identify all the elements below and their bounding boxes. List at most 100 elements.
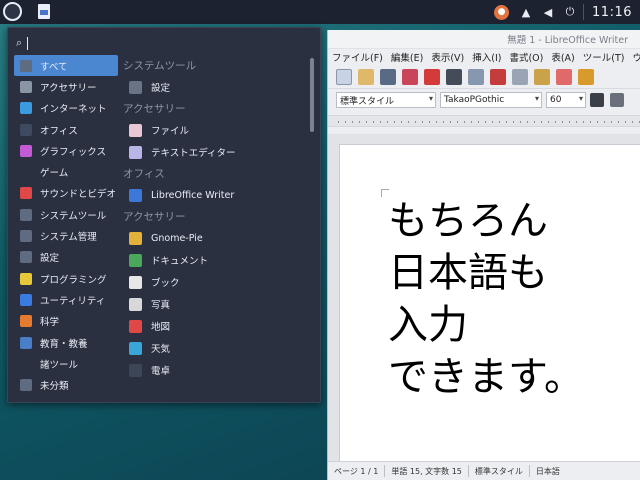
app-icon bbox=[129, 275, 142, 289]
category-label: 未分類 bbox=[40, 381, 69, 393]
status-item[interactable]: 単語 15, 文字数 15 bbox=[391, 466, 462, 477]
category-label: ゲーム bbox=[40, 168, 69, 180]
export-pdf-icon[interactable] bbox=[424, 68, 440, 85]
app-item[interactable]: 電卓 bbox=[122, 359, 314, 381]
category-label: システム管理 bbox=[40, 232, 97, 244]
category-label: プログラミング bbox=[40, 274, 107, 286]
print-icon[interactable] bbox=[446, 68, 462, 85]
category-item[interactable]: 諸ツール bbox=[14, 353, 118, 374]
status-item[interactable]: ページ 1 / 1 bbox=[334, 466, 378, 477]
category-item[interactable]: インターネット bbox=[14, 98, 118, 119]
clock[interactable]: 11:16 bbox=[592, 5, 632, 20]
category-item[interactable]: プログラミング bbox=[14, 268, 118, 289]
category-item[interactable]: グラフィックス bbox=[14, 140, 118, 161]
category-label: 設定 bbox=[40, 253, 60, 265]
app-icon bbox=[129, 145, 142, 159]
category-item[interactable]: 科学 bbox=[14, 311, 118, 332]
menu-item[interactable]: 編集(E) bbox=[391, 50, 423, 64]
font-name-select[interactable]: TakaoPGothic ▾ bbox=[440, 92, 542, 108]
app-item[interactable]: テキストエディター bbox=[122, 141, 314, 163]
new-doc-icon[interactable] bbox=[336, 68, 352, 85]
category-item[interactable]: サウンドとビデオ bbox=[14, 183, 118, 204]
copy-icon[interactable] bbox=[512, 68, 528, 85]
document-area: もちろん 日本語も 入力 できます。 bbox=[328, 134, 640, 461]
clone-format-icon[interactable] bbox=[556, 68, 572, 85]
category-item[interactable]: 未分類 bbox=[14, 374, 118, 395]
status-item[interactable]: 日本語 bbox=[536, 466, 560, 477]
menu-item[interactable]: 表(A) bbox=[551, 50, 574, 64]
category-item[interactable]: すべて bbox=[14, 55, 118, 77]
font-name-value: TakaoPGothic bbox=[444, 95, 505, 105]
category-icon bbox=[20, 123, 32, 136]
app-label: ファイル bbox=[151, 126, 190, 137]
export-icon[interactable] bbox=[402, 68, 418, 85]
search-bar[interactable]: ⌕ bbox=[16, 34, 312, 52]
category-item[interactable]: ゲーム bbox=[14, 161, 118, 182]
bell-icon[interactable]: ▲ bbox=[519, 5, 533, 19]
save-icon[interactable] bbox=[380, 68, 396, 85]
app-menu-button[interactable] bbox=[3, 2, 22, 21]
ubuntu-icon[interactable]: ● bbox=[494, 4, 510, 20]
ruler[interactable] bbox=[328, 115, 640, 127]
undo-icon[interactable] bbox=[578, 68, 594, 85]
category-label: サウンドとビデオ bbox=[40, 189, 117, 201]
paragraph-style-select[interactable]: 標準スタイル ▾ bbox=[336, 92, 436, 108]
open-icon[interactable] bbox=[358, 68, 374, 85]
writer-window: 無題 1 - LibreOffice Writer ファイル(F) 編集(E) 表示… bbox=[327, 30, 640, 480]
font-size-select[interactable]: 60 ▾ bbox=[546, 92, 586, 108]
app-item[interactable]: 天気 bbox=[122, 337, 314, 359]
search-icon: ⌕ bbox=[16, 36, 23, 49]
app-item[interactable]: Gnome-Pie bbox=[122, 227, 314, 249]
status-item[interactable]: 標準スタイル bbox=[475, 466, 523, 477]
menu-item[interactable]: ツール(T) bbox=[583, 50, 625, 64]
scrollbar[interactable] bbox=[310, 58, 314, 132]
search-input[interactable] bbox=[27, 36, 29, 50]
volume-icon[interactable]: ◀ bbox=[541, 5, 555, 19]
app-item[interactable]: 写真 bbox=[122, 293, 314, 315]
category-label: システムツール bbox=[40, 210, 107, 222]
standard-toolbar bbox=[328, 65, 640, 89]
document-line: 日本語も bbox=[388, 250, 548, 296]
print-preview-icon[interactable] bbox=[468, 68, 484, 85]
document-line: もちろん bbox=[388, 198, 548, 244]
cut-icon[interactable] bbox=[490, 68, 506, 85]
category-item[interactable]: ユーティリティ bbox=[14, 289, 118, 310]
app-item[interactable]: 地図 bbox=[122, 315, 314, 337]
app-item[interactable]: LibreOffice Writer bbox=[122, 184, 314, 206]
power-icon[interactable]: ⏻ bbox=[563, 5, 577, 19]
app-item[interactable]: ファイル bbox=[122, 119, 314, 141]
app-item[interactable]: ブック bbox=[122, 271, 314, 293]
app-icon bbox=[129, 341, 142, 355]
writer-task-icon[interactable] bbox=[38, 4, 50, 19]
status-bar: ページ 1 / 1 単語 15, 文字数 15 標準スタイル 日本語 bbox=[328, 461, 640, 480]
category-item[interactable]: 教育・教養 bbox=[14, 332, 118, 353]
category-icon bbox=[20, 59, 32, 72]
document-text[interactable]: もちろん 日本語も 入力 できます。 bbox=[388, 195, 584, 403]
top-panel: ● ▲ ◀ ⏻ 11:16 bbox=[0, 0, 640, 24]
document-page[interactable]: もちろん 日本語も 入力 できます。 bbox=[339, 144, 640, 461]
category-item[interactable]: アクセサリー bbox=[14, 76, 118, 97]
window-title: 無題 1 - LibreOffice Writer bbox=[328, 30, 640, 49]
category-item[interactable]: システムツール bbox=[14, 204, 118, 225]
app-label: ドキュメント bbox=[151, 256, 209, 267]
status-separator bbox=[528, 465, 530, 477]
paste-icon[interactable] bbox=[534, 68, 550, 85]
status-separator bbox=[384, 465, 386, 477]
app-label: 設定 bbox=[151, 83, 171, 94]
bold-icon[interactable] bbox=[590, 93, 604, 107]
app-item[interactable]: 設定 bbox=[122, 76, 314, 98]
app-item[interactable]: ドキュメント bbox=[122, 249, 314, 271]
category-icon bbox=[20, 315, 32, 328]
category-item[interactable]: 設定 bbox=[14, 247, 118, 268]
menu-item[interactable]: 書式(O) bbox=[509, 50, 543, 64]
category-label: 諸ツール bbox=[40, 359, 79, 371]
menu-item[interactable]: ウ bbox=[632, 50, 640, 64]
category-item[interactable]: オフィス bbox=[14, 119, 118, 140]
menu-item[interactable]: ファイル(F) bbox=[332, 50, 383, 64]
category-item[interactable]: システム管理 bbox=[14, 225, 118, 246]
category-icon bbox=[20, 230, 32, 243]
menu-item[interactable]: 挿入(I) bbox=[472, 50, 501, 64]
menu-item[interactable]: 表示(V) bbox=[431, 50, 464, 64]
italic-icon[interactable] bbox=[610, 93, 624, 107]
app-icon bbox=[129, 253, 142, 267]
